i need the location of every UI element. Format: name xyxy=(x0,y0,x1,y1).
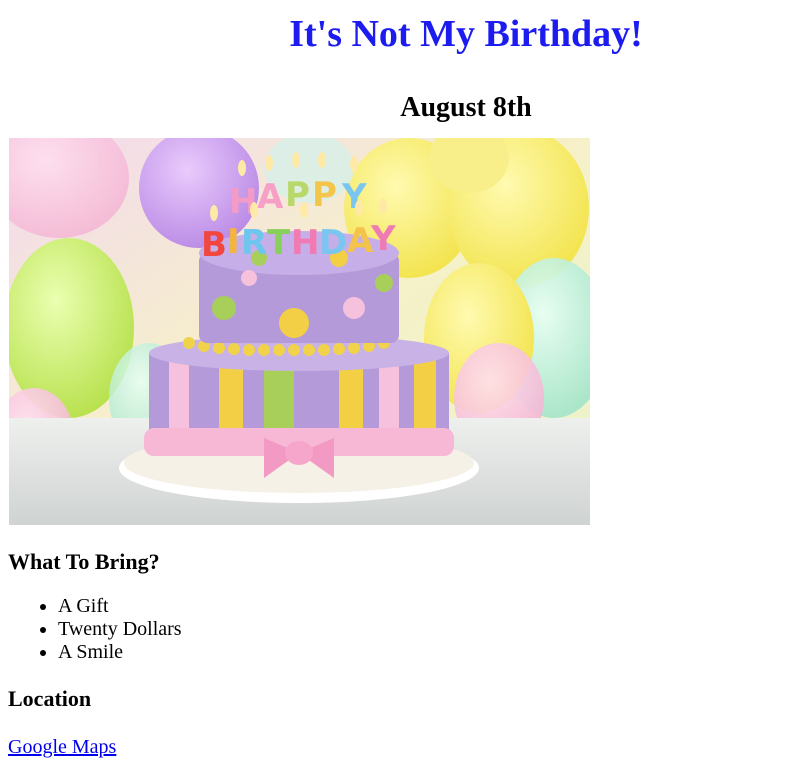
svg-text:B: B xyxy=(201,225,227,265)
event-date: August 8th xyxy=(400,92,532,123)
birthday-cake-image: H A P P Y B I R T H D A Y xyxy=(9,138,590,525)
svg-text:I: I xyxy=(227,222,240,262)
page-title: It's Not My Birthday! xyxy=(289,13,643,55)
page: It's Not My Birthday! August 8th H A P P… xyxy=(0,0,797,759)
google-maps-link[interactable]: Google Maps xyxy=(8,736,116,759)
bring-list: A Gift Twenty Dollars A Smile xyxy=(8,595,789,664)
svg-text:H: H xyxy=(291,223,319,263)
svg-text:Y: Y xyxy=(370,219,396,259)
list-item: A Smile xyxy=(58,641,789,664)
location-heading: Location xyxy=(8,686,92,711)
svg-text:T: T xyxy=(267,223,291,263)
svg-text:Y: Y xyxy=(341,177,367,217)
svg-text:P: P xyxy=(312,175,337,215)
what-to-bring-heading: What To Bring? xyxy=(8,549,160,574)
svg-text:D: D xyxy=(319,223,347,263)
svg-text:A: A xyxy=(257,177,284,217)
svg-text:R: R xyxy=(241,223,267,263)
list-item: A Gift xyxy=(58,595,789,618)
svg-text:A: A xyxy=(347,221,374,261)
list-item: Twenty Dollars xyxy=(58,618,789,641)
